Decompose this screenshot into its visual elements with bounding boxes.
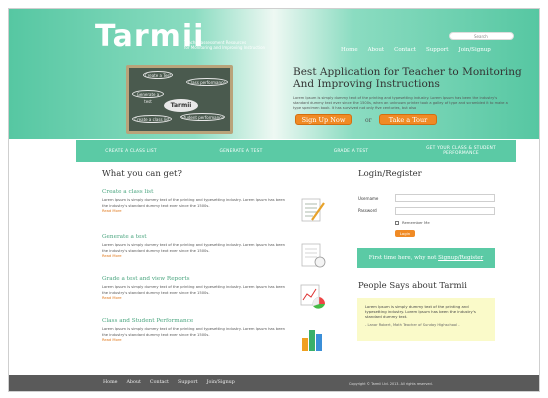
- copyright-text: Copyright © Tarmii Ltd. 2013. All rights…: [349, 382, 433, 386]
- hero-text: Lorem Ipsum is simply dummy text of the …: [293, 96, 508, 110]
- feature-bar-create-class-list[interactable]: CREATE A CLASS LIST: [76, 140, 186, 162]
- board-note-class-performance: Class performance: [186, 78, 228, 86]
- feature-generate-test: Generate a test Lorem Ipsum is simply du…: [102, 234, 332, 268]
- password-field[interactable]: [395, 207, 495, 215]
- footer: Home About Contact Support Join/Signup C…: [9, 375, 539, 391]
- footer-nav-contact[interactable]: Contact: [150, 380, 169, 385]
- nav-support[interactable]: Support: [426, 47, 449, 53]
- board-note-student-performance: Student performance: [180, 113, 225, 121]
- feature-text: Lorem Ipsum is simply dummy text of the …: [102, 327, 285, 337]
- tagline: Teacher assessment Resources for Monitor…: [184, 40, 265, 50]
- class-list-icon: [301, 198, 325, 222]
- testimonial-box: Lorem Ipsum is simply dummy text of the …: [357, 298, 495, 341]
- report-chart-icon: [300, 284, 326, 309]
- feature-bar-grade-test[interactable]: GRADE A TEST: [296, 140, 406, 162]
- remember-me-label: Remember Me: [402, 220, 430, 225]
- search-input[interactable]: Search: [449, 32, 514, 40]
- testimonial-author: - Lanar Robert, Math Teacher of Sunday H…: [365, 322, 460, 327]
- page-frame: Tarmii Teacher assessment Resources for …: [8, 8, 540, 392]
- footer-nav: Home About Contact Support Join/Signup: [103, 380, 235, 385]
- username-field[interactable]: [395, 194, 495, 202]
- board-center-label: Tarmii: [164, 99, 198, 112]
- testimonial-quote: Lorem Ipsum is simply dummy text of the …: [365, 304, 476, 320]
- signup-register-link[interactable]: Signup/Register: [438, 255, 483, 261]
- take-a-tour-button[interactable]: Take a Tour: [379, 114, 437, 125]
- feature-create-class-list: Create a class list Lorem Ipsum is simpl…: [102, 189, 332, 222]
- test-document-icon: [301, 243, 326, 268]
- feature-bar-performance[interactable]: GET YOUR CLASS & STUDENT PERFORMANCE: [406, 140, 516, 162]
- tagline-line-2: for Monitoring and Improving Instruction: [184, 45, 266, 50]
- remember-me-checkbox[interactable]: Remember Me: [395, 220, 430, 225]
- testimonials-title: People Says about Tarmii: [358, 281, 467, 291]
- hero-banner: Tarmii Teacher assessment Resources for …: [9, 9, 539, 139]
- feature-bar-generate-test[interactable]: GENERATE A TEST: [186, 140, 296, 162]
- board-note-create-test: Create a Test: [143, 71, 173, 79]
- signup-prompt: First time here, why not Signup/Register: [357, 248, 495, 268]
- board-note-class-list: Create a class list: [132, 115, 172, 123]
- board-note-generate-test: Generate a test: [132, 90, 164, 104]
- section-title-features: What you can get?: [102, 169, 182, 179]
- nav-about[interactable]: About: [368, 47, 385, 53]
- feature-performance: Class and Student Performance Lorem Ipsu…: [102, 318, 332, 351]
- feature-bar: CREATE A CLASS LIST GENERATE A TEST GRAD…: [76, 140, 516, 162]
- sign-up-now-button[interactable]: Sign Up Now: [295, 114, 352, 125]
- feature-grade-test: Grade a test and view Reports Lorem Ipsu…: [102, 276, 332, 309]
- username-label: Username: [358, 196, 379, 201]
- top-nav: Home About Contact Support Join/Signup: [341, 47, 491, 53]
- hero-title: Best Application for Teacher to Monitori…: [293, 66, 522, 90]
- or-text: or: [365, 117, 372, 124]
- nav-contact[interactable]: Contact: [394, 47, 416, 53]
- checkbox-icon[interactable]: [395, 221, 399, 225]
- signup-prompt-text: First time here, why not: [368, 255, 437, 261]
- footer-nav-join-signup[interactable]: Join/Signup: [207, 380, 235, 385]
- footer-nav-support[interactable]: Support: [178, 380, 198, 385]
- footer-nav-home[interactable]: Home: [103, 380, 117, 385]
- feature-text: Lorem Ipsum is simply dummy text of the …: [102, 198, 285, 208]
- feature-text: Lorem Ipsum is simply dummy text of the …: [102, 285, 285, 295]
- bar-chart-icon: [302, 330, 322, 351]
- login-button[interactable]: Login: [395, 230, 415, 237]
- nav-join-signup[interactable]: Join/Signup: [459, 47, 491, 53]
- nav-home[interactable]: Home: [341, 47, 358, 53]
- feature-text: Lorem Ipsum is simply dummy text of the …: [102, 243, 285, 253]
- password-label: Password: [358, 208, 377, 213]
- login-title: Login/Register: [358, 169, 422, 179]
- chalkboard-illustration: Create a Test Class performance Generate…: [126, 65, 233, 134]
- footer-nav-about[interactable]: About: [126, 380, 140, 385]
